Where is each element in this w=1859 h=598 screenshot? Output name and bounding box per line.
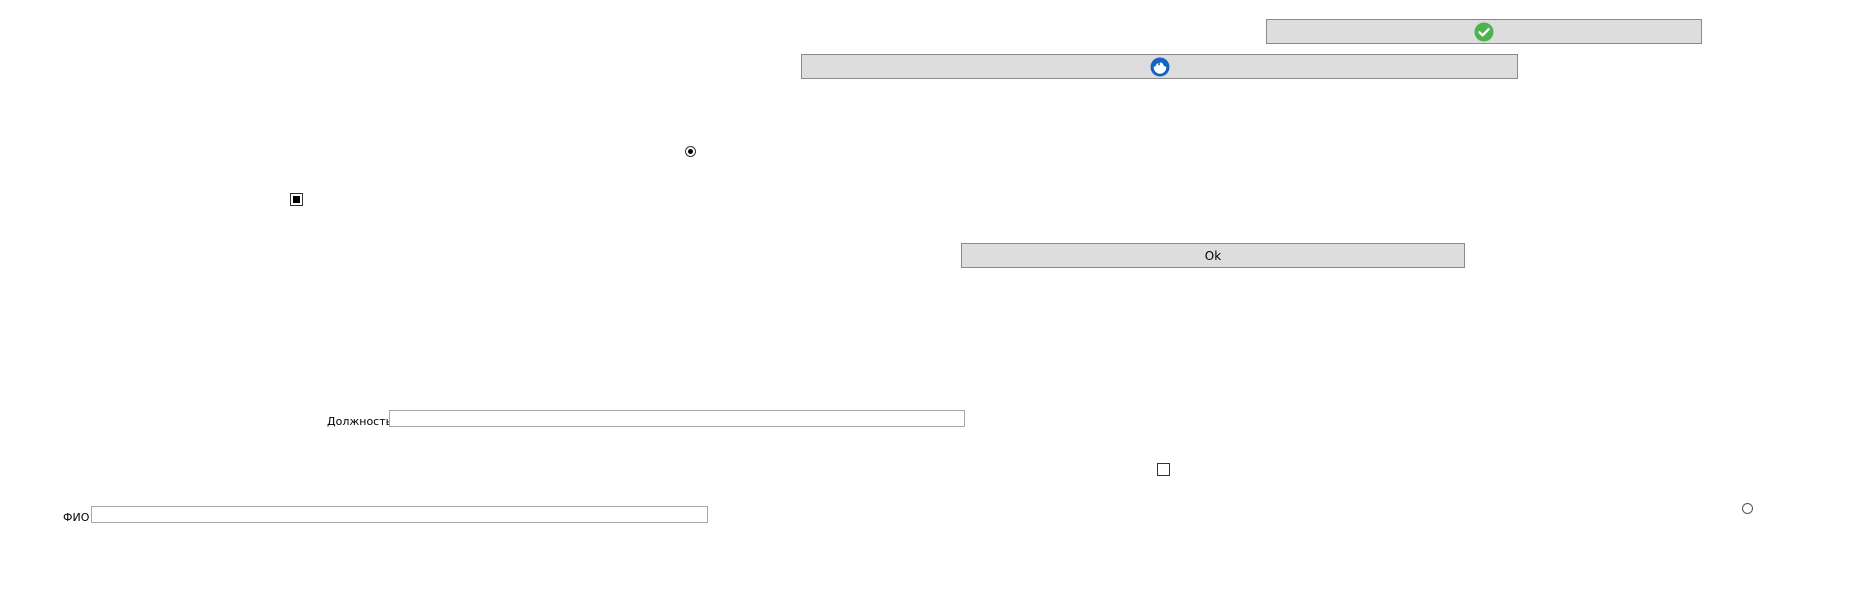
position-field[interactable] bbox=[389, 410, 965, 427]
full-name-field-label: ФИО bbox=[63, 511, 90, 524]
full-name-field[interactable] bbox=[91, 506, 708, 523]
radio-option-unselected[interactable] bbox=[1742, 503, 1753, 514]
checkbox-fill bbox=[293, 196, 300, 203]
checkbox-unchecked[interactable] bbox=[1157, 463, 1170, 476]
refresh-icon bbox=[1150, 57, 1169, 76]
radio-dot bbox=[688, 149, 693, 154]
radio-option-selected[interactable] bbox=[685, 146, 696, 157]
position-field-label: Должность bbox=[327, 415, 393, 428]
checkbox-checked[interactable] bbox=[290, 193, 303, 206]
check-circle-icon bbox=[1474, 22, 1494, 41]
ok-button-label: Ok bbox=[1204, 248, 1222, 263]
confirm-button[interactable] bbox=[1266, 19, 1702, 44]
ok-button[interactable]: Ok bbox=[961, 243, 1465, 268]
refresh-button[interactable] bbox=[801, 54, 1518, 79]
